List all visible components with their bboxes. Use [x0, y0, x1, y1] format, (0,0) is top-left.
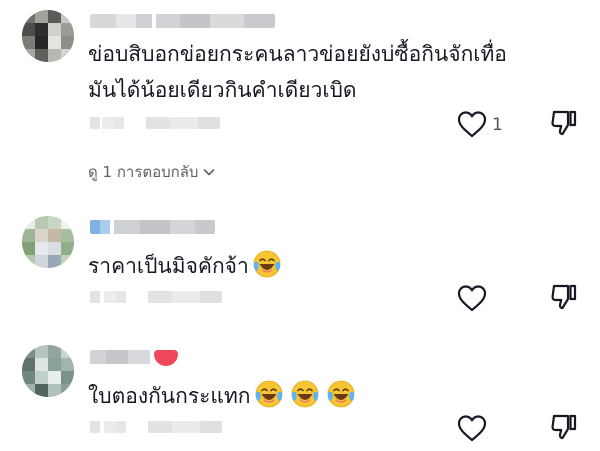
comment-text: ข่อบสิบอกข่อยกระคนลาวข่อยยังบ่ซื้อกินจัก…: [88, 36, 507, 108]
laughing-tears-emoji: [255, 380, 282, 408]
comment-text-body: ราคาเป็นมิจคักจ้า: [88, 254, 249, 278]
dislike-button[interactable]: [549, 282, 579, 312]
thumbs-down-icon: [551, 110, 577, 136]
username-redacted[interactable]: [90, 350, 178, 366]
comment-meta-redacted: [90, 291, 230, 303]
avatar[interactable]: [22, 10, 74, 62]
comment-meta-redacted: [90, 117, 230, 129]
heart-outline-icon: [457, 415, 487, 442]
comment-text-line: มันได้น้อยเดียวกินคำเดียวเบิด: [88, 78, 357, 102]
heart-outline-icon: [457, 111, 487, 138]
comment-meta-redacted: [90, 421, 230, 433]
view-replies-label: ดู 1 การตอบกลับ: [88, 163, 199, 181]
dislike-button[interactable]: [549, 412, 579, 442]
avatar[interactable]: [22, 345, 74, 397]
laughing-tears-emoji: [291, 380, 318, 408]
like-button[interactable]: [456, 413, 488, 443]
chevron-down-icon: [204, 169, 215, 176]
like-button[interactable]: [456, 283, 488, 313]
thumbs-down-icon: [551, 284, 577, 310]
laughing-tears-emoji: [327, 380, 354, 408]
dislike-button[interactable]: [549, 108, 579, 138]
comment-text-body: ใบตองกันกระแทก: [88, 384, 251, 408]
username-redacted[interactable]: [90, 220, 215, 234]
like-count: 1: [492, 115, 503, 135]
username-redacted[interactable]: [90, 14, 275, 28]
view-replies-link[interactable]: ดู 1 การตอบกลับ: [88, 162, 216, 182]
comment-text: ราคาเป็นมิจคักจ้า: [88, 248, 282, 284]
like-button[interactable]: [456, 109, 488, 139]
comment-text: ใบตองกันกระแทก: [88, 378, 356, 414]
thumbs-down-icon: [551, 414, 577, 440]
heart-outline-icon: [457, 285, 487, 312]
laughing-tears-emoji: [253, 250, 281, 278]
avatar[interactable]: [22, 216, 74, 268]
comment-text-line: ข่อบสิบอกข่อยกระคนลาวข่อยยังบ่ซื้อกินจัก…: [88, 42, 507, 66]
